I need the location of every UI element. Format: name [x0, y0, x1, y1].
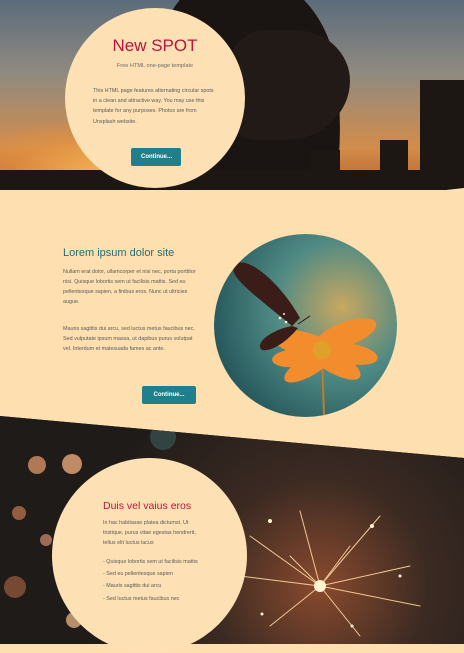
- intro-circle: New SPOT Free HTML one-page template Thi…: [65, 8, 245, 188]
- list-item: - Sed eu pellentesque sapien: [103, 571, 173, 578]
- features-paragraph: In hac habitasse platea dictumst. Ut tri…: [103, 520, 196, 547]
- list-item: - Quisque lobortis sem ut facilisis matt…: [103, 559, 198, 565]
- continue-button[interactable]: Continue...: [131, 148, 181, 166]
- site-title: New SPOT: [112, 36, 198, 55]
- intro-description: This HTML page features alternating circ…: [93, 88, 214, 125]
- list-item: - Sed luctus metus faucibus nec: [103, 595, 180, 602]
- list-item: - Mauris sagittis dui arcu: [103, 583, 162, 590]
- section-title: Lorem ipsum dolor site: [63, 247, 175, 259]
- site-subtitle: Free HTML one-page template: [116, 63, 194, 69]
- continue-button[interactable]: Continue...: [142, 386, 196, 404]
- features-list: - Quisque lobortis sem ut facilisis matt…: [103, 556, 198, 605]
- features-title: Duis vel vaius eros: [103, 500, 192, 512]
- section-paragraph: Nullam erat dolor, ullamcorper et nisi n…: [63, 269, 196, 306]
- butterfly-flower-image: [214, 234, 397, 417]
- features-circle: Duis vel vaius eros In hac habitasse pla…: [52, 458, 247, 653]
- butterfly-flower-illustration: [233, 262, 378, 417]
- section-paragraph: Mauris sagittis dui arcu, sed luctus met…: [63, 326, 195, 353]
